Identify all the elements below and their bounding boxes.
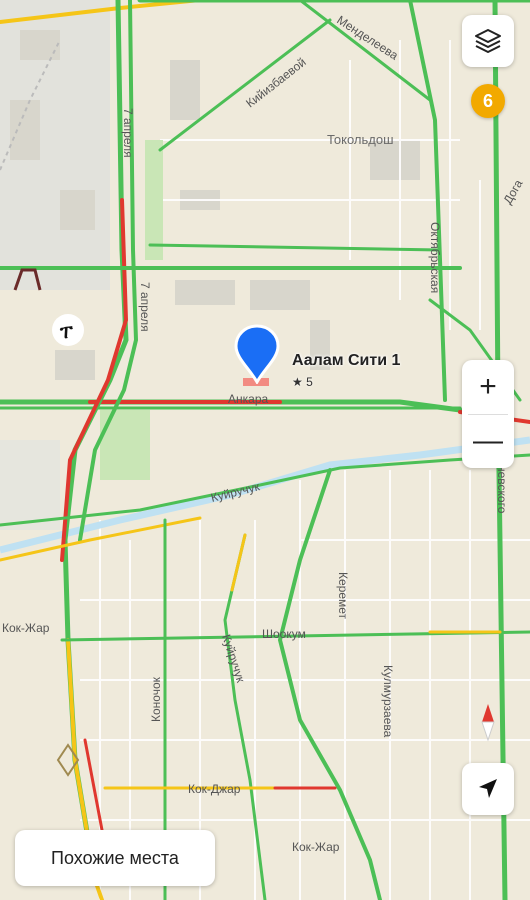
- poi-rating: ★ 5: [292, 375, 313, 389]
- similar-places-button[interactable]: Похожие места: [15, 830, 215, 886]
- street-label-7-aprelya-top: 7 апреля: [121, 108, 135, 158]
- zoom-in-button[interactable]: +: [462, 360, 514, 414]
- street-label-kok-zhar-left: Кок-Жар: [2, 621, 50, 635]
- district-label-tokoldosh: Токольдош: [327, 132, 394, 147]
- zoom-controls: + —: [462, 360, 514, 468]
- compass-icon[interactable]: [466, 700, 510, 744]
- notification-badge[interactable]: 6: [471, 84, 505, 118]
- street-label-keremet: Керемет: [336, 572, 350, 620]
- street-label-oktyabrskaya: Октябрьская: [428, 222, 442, 293]
- svg-text:ፐ: ፐ: [59, 322, 73, 342]
- layers-button[interactable]: [462, 15, 514, 67]
- map-canvas[interactable]: ፐ Менделеева Кийизбаевой 7 апреля 7 апре…: [0, 0, 530, 900]
- locate-me-button[interactable]: [462, 763, 514, 815]
- street-label-nevskogo: невского: [495, 465, 509, 514]
- navigation-arrow-icon: [479, 779, 497, 798]
- layers-icon: [475, 29, 501, 53]
- street-label-ankara: Анкара: [228, 392, 268, 406]
- poi-name[interactable]: Аалам Сити 1: [292, 352, 400, 370]
- street-label-kulmurzaeva: Кулмурзаева: [381, 665, 395, 738]
- street-label-kok-dzhar: Кок-Джар: [188, 782, 241, 796]
- tram-icon: ፐ: [52, 314, 84, 346]
- street-label-7-aprelya-mid: 7 апреля: [138, 282, 152, 332]
- zoom-out-button[interactable]: —: [462, 414, 514, 468]
- location-pin-icon[interactable]: [234, 324, 280, 384]
- street-label-kok-zhar-bottom: Кок-Жар: [292, 840, 340, 854]
- street-label-shookum: Шоокум: [262, 627, 306, 641]
- street-label-konorchok: Коночок: [149, 676, 163, 722]
